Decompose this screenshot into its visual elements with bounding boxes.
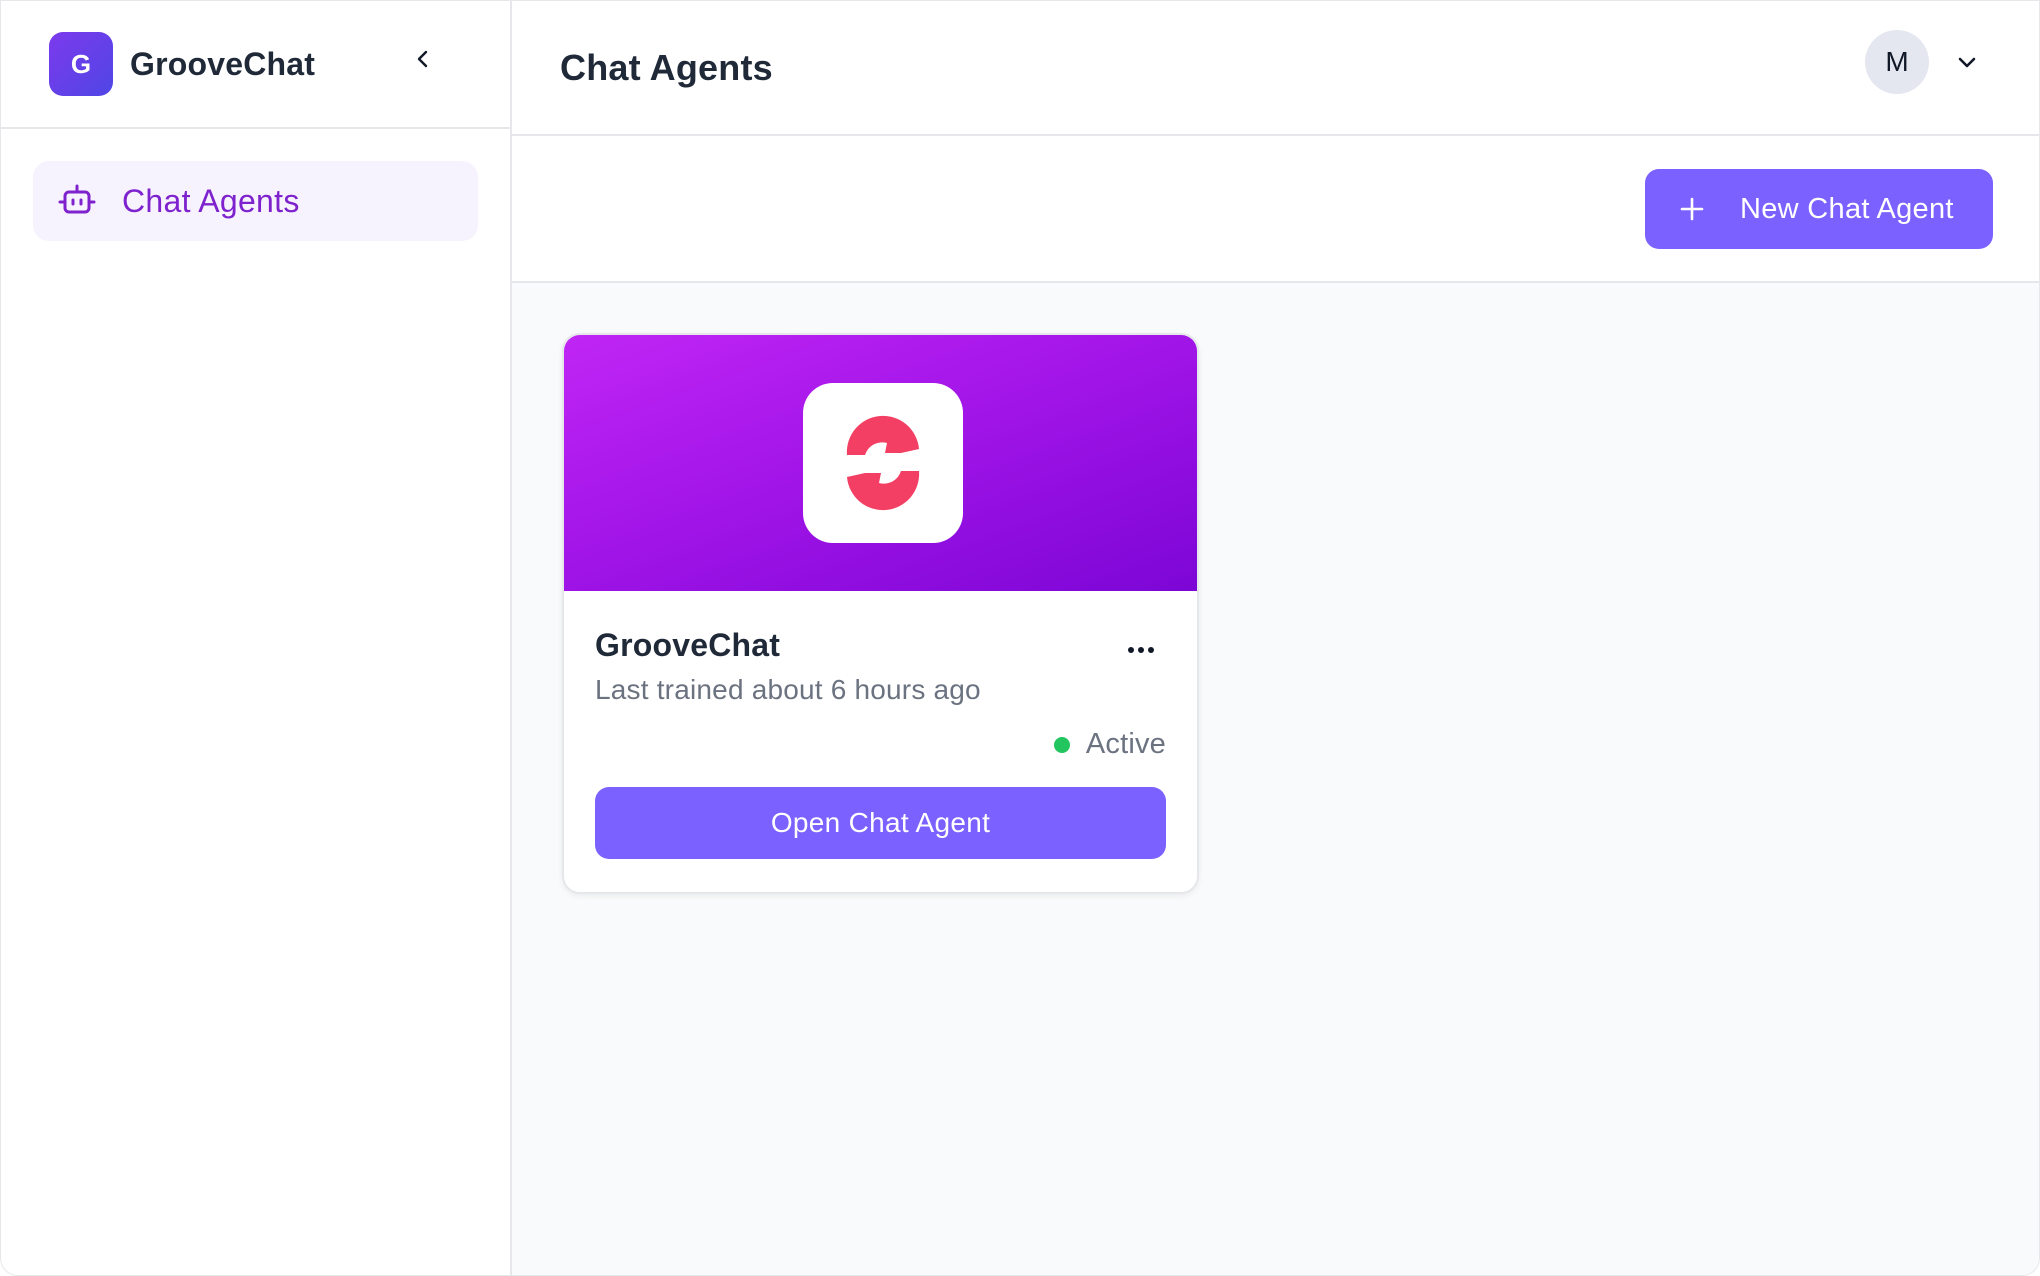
- sidebar-nav: Chat Agents: [1, 129, 510, 273]
- agent-card-body: GrooveChat Last trained about 6 hours ag…: [564, 591, 1197, 859]
- robot-icon: [57, 181, 97, 221]
- main-content: Chat Agents M New Chat Agent GrooveChat …: [512, 1, 2039, 1275]
- plus-icon: [1677, 194, 1707, 224]
- status-text: Active: [1085, 728, 1166, 760]
- agent-logo: [803, 383, 963, 543]
- open-chat-agent-button[interactable]: Open Chat Agent: [595, 787, 1166, 859]
- collapse-sidebar-button[interactable]: [403, 39, 443, 79]
- sidebar-item-chat-agents[interactable]: Chat Agents: [33, 161, 478, 241]
- top-bar: Chat Agents M: [512, 1, 2039, 136]
- brand-logo-letter: G: [70, 48, 92, 79]
- brand-logo: G: [49, 32, 113, 96]
- page-title: Chat Agents: [560, 46, 773, 88]
- more-horizontal-icon: [1128, 647, 1154, 653]
- user-menu-toggle[interactable]: [1949, 44, 1985, 80]
- user-avatar[interactable]: M: [1865, 30, 1929, 94]
- chevron-left-icon: [417, 50, 428, 68]
- status-dot-icon: [1053, 736, 1070, 753]
- sidebar: G GrooveChat Chat Agents: [1, 1, 512, 1275]
- agent-more-button[interactable]: [1121, 635, 1161, 665]
- agent-card-banner: [564, 335, 1197, 591]
- sidebar-header: G GrooveChat: [1, 1, 510, 129]
- agent-card: GrooveChat Last trained about 6 hours ag…: [562, 333, 1199, 894]
- sidebar-item-label: Chat Agents: [122, 182, 300, 219]
- groove-logo-icon: [846, 415, 920, 511]
- agent-name: GrooveChat: [595, 627, 781, 663]
- agent-last-trained: Last trained about 6 hours ago: [595, 674, 981, 705]
- new-chat-agent-button[interactable]: New Chat Agent: [1645, 169, 1993, 249]
- chevron-down-icon: [1958, 57, 1976, 68]
- brand-name: GrooveChat: [130, 45, 316, 82]
- avatar-initial: M: [1885, 46, 1909, 77]
- action-bar: New Chat Agent: [512, 136, 2039, 283]
- new-chat-agent-label: New Chat Agent: [1740, 192, 1954, 225]
- app-window: G GrooveChat Chat Agents Chat Agents M N…: [0, 0, 2040, 1276]
- agent-status: Active: [595, 728, 1166, 761]
